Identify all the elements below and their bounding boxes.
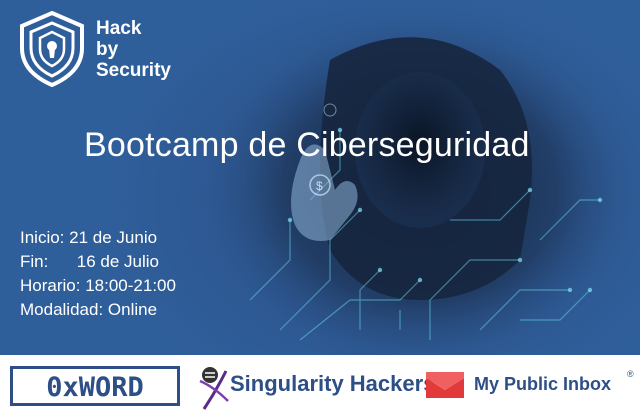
sponsor-footer: 0xWORD Singularity Hackers My Public Inb…	[0, 355, 640, 418]
logo-wordmark: Hack by Security	[96, 18, 171, 81]
detail-modality: Modalidad: Online	[20, 298, 176, 322]
detail-label: Inicio:	[20, 228, 65, 247]
detail-value: 21 de Junio	[69, 228, 158, 247]
my-public-inbox-icon	[426, 372, 464, 398]
event-banner: $ Hack by Security Bootcamp de Cibersegu…	[0, 0, 640, 418]
oxword-logo: 0xWORD	[10, 366, 180, 406]
detail-value: Online	[107, 300, 158, 319]
detail-schedule: Horario: 18:00-21:00	[20, 274, 176, 298]
detail-value: 18:00-21:00	[85, 276, 176, 295]
logo-line-hack: Hack	[96, 18, 142, 39]
hack-by-security-logo: Hack by Security	[16, 10, 191, 88]
detail-start: Inicio: 21 de Junio	[20, 226, 176, 250]
detail-value: 16 de Julio	[76, 252, 159, 271]
singularity-hackers-icon	[199, 367, 229, 410]
event-details: Inicio: 21 de Junio Fin: 16 de Julio Hor…	[20, 226, 176, 322]
singularity-hackers-label: Singularity Hackers	[230, 371, 436, 396]
event-title: Bootcamp de Ciberseguridad	[84, 126, 530, 164]
registered-mark: ®	[627, 369, 634, 379]
oxword-label: 0xWORD	[46, 372, 144, 403]
detail-label: Horario:	[20, 276, 81, 295]
detail-label: Fin:	[20, 252, 49, 271]
my-public-inbox-label: My Public Inbox	[474, 374, 612, 394]
detail-label: Modalidad:	[20, 300, 104, 319]
svg-text:$: $	[316, 179, 323, 193]
logo-line-by: by	[96, 39, 119, 60]
shield-keyhole-icon	[20, 10, 84, 88]
detail-end: Fin: 16 de Julio	[20, 250, 176, 274]
logo-line-security: Security	[96, 60, 171, 81]
